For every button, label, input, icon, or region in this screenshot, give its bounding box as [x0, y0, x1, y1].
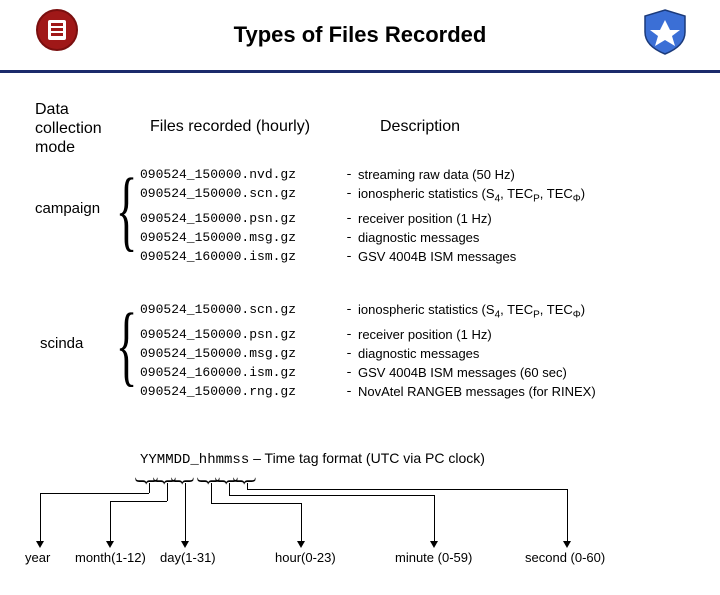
time-format-arrows: year month(1-12) day(1-31) hour(0-23) mi… — [0, 475, 720, 595]
file-group-campaign: 090524_150000.nvd.gz-streaming raw data … — [140, 165, 585, 266]
column-headers: Data collection mode Files recorded (hou… — [0, 80, 720, 150]
arrow-label-month: month(1-12) — [75, 550, 146, 565]
brace-icon: { — [116, 175, 138, 247]
arrow-label-year: year — [25, 550, 50, 565]
column-header-desc: Description — [380, 118, 460, 136]
file-row: 090524_150000.msg.gz-diagnostic messages — [140, 228, 585, 247]
file-row: 090524_150000.scn.gz-ionospheric statist… — [140, 300, 596, 325]
file-description: GSV 4004B ISM messages — [358, 247, 516, 266]
file-name: 090524_150000.msg.gz — [140, 344, 340, 363]
slide-header: Types of Files Recorded — [0, 0, 720, 73]
file-row: 090524_150000.nvd.gz-streaming raw data … — [140, 165, 585, 184]
arrow-label-day: day(1-31) — [160, 550, 216, 565]
dash-separator: - — [340, 165, 358, 184]
time-format-pattern: YYMMDD_hhmmss — [140, 452, 249, 468]
mode-label-campaign: campaign — [35, 200, 100, 217]
file-row: 090524_150000.psn.gz-receiver position (… — [140, 209, 585, 228]
file-name: 090524_150000.scn.gz — [140, 300, 340, 325]
file-name: 090524_150000.psn.gz — [140, 209, 340, 228]
dash-separator: - — [340, 209, 358, 228]
dash-separator: - — [340, 228, 358, 247]
file-description: NovAtel RANGEB messages (for RINEX) — [358, 382, 596, 401]
file-description: streaming raw data (50 Hz) — [358, 165, 515, 184]
file-description: ionospheric statistics (S4, TECP, TECΦ) — [358, 300, 585, 325]
arrow-label-minute: minute (0-59) — [395, 550, 472, 565]
file-name: 090524_150000.psn.gz — [140, 325, 340, 344]
dash-separator: - — [340, 325, 358, 344]
dash-separator: - — [340, 247, 358, 266]
time-format-desc: – Time tag format (UTC via PC clock) — [249, 450, 485, 466]
file-description: diagnostic messages — [358, 228, 479, 247]
file-row: 090524_150000.psn.gz-receiver position (… — [140, 325, 596, 344]
time-format-line: YYMMDD_hhmmss – Time tag format (UTC via… — [140, 450, 485, 468]
file-row: 090524_150000.scn.gz-ionospheric statist… — [140, 184, 585, 209]
file-description: diagnostic messages — [358, 344, 479, 363]
file-name: 090524_160000.ism.gz — [140, 363, 340, 382]
dash-separator: - — [340, 300, 358, 325]
file-description: GSV 4004B ISM messages (60 sec) — [358, 363, 567, 382]
file-row: 090524_160000.ism.gz-GSV 4004B ISM messa… — [140, 363, 596, 382]
dash-separator: - — [340, 184, 358, 209]
column-header-mode: Data collection mode — [35, 100, 125, 158]
file-description: receiver position (1 Hz) — [358, 209, 492, 228]
slide-content: Data collection mode Files recorded (hou… — [0, 80, 720, 150]
file-description: ionospheric statistics (S4, TECP, TECΦ) — [358, 184, 585, 209]
file-row: 090524_150000.msg.gz-diagnostic messages — [140, 344, 596, 363]
dash-separator: - — [340, 382, 358, 401]
file-name: 090524_150000.scn.gz — [140, 184, 340, 209]
file-name: 090524_160000.ism.gz — [140, 247, 340, 266]
brace-icon: { — [116, 310, 138, 382]
dash-separator: - — [340, 363, 358, 382]
file-description: receiver position (1 Hz) — [358, 325, 492, 344]
air-force-shield-logo — [640, 6, 690, 56]
dash-separator: - — [340, 344, 358, 363]
column-header-files: Files recorded (hourly) — [150, 118, 310, 136]
file-name: 090524_150000.nvd.gz — [140, 165, 340, 184]
university-shield-logo — [35, 8, 79, 52]
file-row: 090524_150000.rng.gz-NovAtel RANGEB mess… — [140, 382, 596, 401]
file-row: 090524_160000.ism.gz-GSV 4004B ISM messa… — [140, 247, 585, 266]
arrow-label-hour: hour(0-23) — [275, 550, 336, 565]
arrow-label-second: second (0-60) — [525, 550, 605, 565]
slide-title: Types of Files Recorded — [0, 0, 720, 48]
file-name: 090524_150000.rng.gz — [140, 382, 340, 401]
file-group-scinda: 090524_150000.scn.gz-ionospheric statist… — [140, 300, 596, 401]
mode-label-scinda: scinda — [40, 335, 83, 352]
file-name: 090524_150000.msg.gz — [140, 228, 340, 247]
